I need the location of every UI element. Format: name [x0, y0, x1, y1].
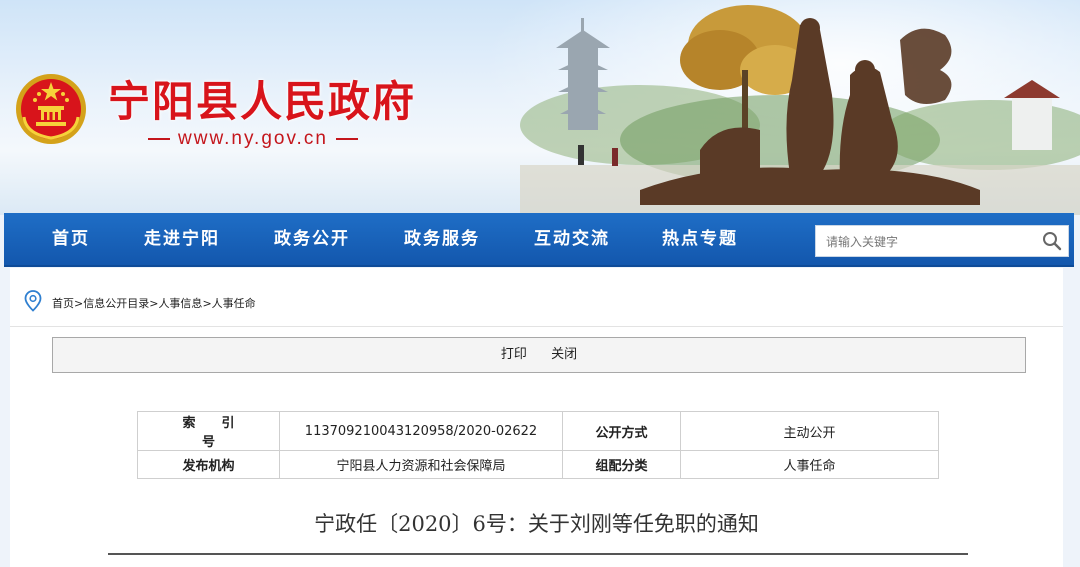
nav-item-gov-affairs-open[interactable]: 政务公开	[274, 213, 350, 265]
nav-item-home[interactable]: 首页	[52, 213, 90, 265]
publisher-value: 宁阳县人力资源和社会保障局	[279, 450, 563, 479]
nav-item-hot-topics[interactable]: 热点专题	[662, 213, 738, 265]
breadcrumb-divider	[10, 326, 1063, 327]
index-label: 索引号	[137, 411, 280, 451]
search-icon[interactable]	[1042, 231, 1062, 251]
site-url: www.ny.gov.cn	[140, 128, 366, 150]
url-left-dash	[148, 137, 170, 140]
print-button[interactable]: 打印	[501, 347, 527, 362]
document-toolbar: 打印 关闭	[52, 337, 1026, 373]
breadcrumb-item-personnel-info[interactable]: 人事信息	[158, 297, 202, 310]
location-pin-icon	[24, 290, 42, 312]
search-box	[815, 225, 1069, 258]
content-card: 首页>信息公开目录>人事信息>人事任命 打印 关闭 索引号 1137092100…	[10, 268, 1063, 567]
site-title: 宁阳县人民政府	[108, 77, 417, 126]
breadcrumb-item-appointments[interactable]: 人事任命	[212, 297, 256, 310]
document-title: 宁政任〔2020〕6号：关于刘刚等任免职的通知	[314, 512, 759, 536]
search-input[interactable]	[824, 226, 1038, 258]
breadcrumb-item-home[interactable]: 首页	[52, 297, 74, 310]
category-value: 人事任命	[680, 450, 939, 479]
publisher-label: 发布机构	[137, 450, 280, 479]
header-banner: 宁阳县人民政府 www.ny.gov.cn	[0, 0, 1080, 215]
index-value: 113709210043120958/2020-02622	[279, 411, 563, 451]
open-mode-label: 公开方式	[562, 411, 681, 451]
breadcrumb-separator: >	[74, 297, 84, 310]
breadcrumb-item-catalog[interactable]: 信息公开目录	[83, 297, 149, 310]
national-emblem-icon	[16, 74, 86, 144]
breadcrumb-trail: 首页>信息公开目录>人事信息>人事任命	[52, 295, 256, 311]
document-meta-table: 索引号 113709210043120958/2020-02622 公开方式 主…	[137, 411, 939, 479]
category-label: 组配分类	[562, 450, 681, 479]
breadcrumb-separator: >	[202, 297, 212, 310]
nav-item-gov-services[interactable]: 政务服务	[404, 213, 480, 265]
banner-scenery-image	[520, 5, 1080, 215]
title-divider	[108, 553, 968, 555]
nav-item-about[interactable]: 走进宁阳	[144, 213, 220, 265]
url-right-dash	[335, 137, 358, 140]
table-row: 发布机构 宁阳县人力资源和社会保障局 组配分类 人事任命	[137, 450, 939, 479]
open-mode-value: 主动公开	[680, 411, 939, 451]
main-nav: 首页 走进宁阳 政务公开 政务服务 互动交流 热点专题	[4, 213, 1074, 267]
nav-item-interaction[interactable]: 互动交流	[534, 213, 610, 265]
table-row: 索引号 113709210043120958/2020-02622 公开方式 主…	[137, 411, 939, 451]
close-button[interactable]: 关闭	[551, 347, 577, 362]
site-url-text: www.ny.gov.cn	[178, 128, 328, 149]
